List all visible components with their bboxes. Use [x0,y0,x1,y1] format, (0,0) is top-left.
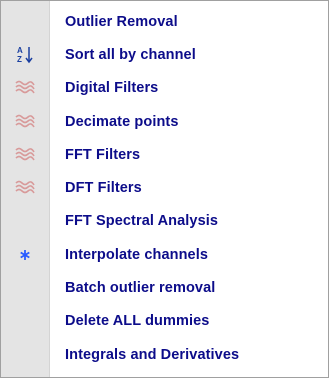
menu-items: Outlier Removal A Z Sort all by channel [1,5,328,371]
svg-text:Z: Z [17,55,22,64]
menu-item-digital-filters[interactable]: Digital Filters [1,72,328,105]
menu-item-label: Delete ALL dummies [65,313,210,330]
menu-item-batch-outlier-removal[interactable]: Batch outlier removal [1,271,328,304]
filter-wave-icon [1,72,49,105]
menu-item-label: Outlier Removal [65,13,178,30]
menu-item-sort-all-by-channel[interactable]: A Z Sort all by channel [1,38,328,71]
filter-wave-icon [1,105,49,138]
context-menu: Outlier Removal A Z Sort all by channel [0,0,329,378]
menu-item-interpolate-channels[interactable]: Interpolate channels [1,238,328,271]
menu-item-label: Sort all by channel [65,46,196,63]
filter-wave-icon [1,172,49,205]
menu-item-delete-all-dummies[interactable]: Delete ALL dummies [1,305,328,338]
menu-item-fft-filters[interactable]: FFT Filters [1,138,328,171]
menu-item-integrals-and-derivatives[interactable]: Integrals and Derivatives [1,338,328,371]
asterisk-icon [1,238,49,271]
svg-text:A: A [17,46,23,55]
menu-item-label: Interpolate channels [65,246,209,263]
menu-item-label: FFT Filters [65,146,141,163]
filter-wave-icon [1,138,49,171]
menu-item-label: Batch outlier removal [65,280,216,297]
menu-item-label: DFT Filters [65,180,142,197]
menu-item-dft-filters[interactable]: DFT Filters [1,171,328,204]
sort-az-icon: A Z [1,38,49,71]
menu-item-label: FFT Spectral Analysis [65,213,219,230]
menu-item-label: Integrals and Derivatives [65,346,240,363]
menu-item-label: Decimate points [65,113,179,130]
menu-item-outlier-removal[interactable]: Outlier Removal [1,5,328,38]
menu-item-label: Digital Filters [65,80,159,97]
menu-item-fft-spectral-analysis[interactable]: FFT Spectral Analysis [1,205,328,238]
menu-item-decimate-points[interactable]: Decimate points [1,105,328,138]
